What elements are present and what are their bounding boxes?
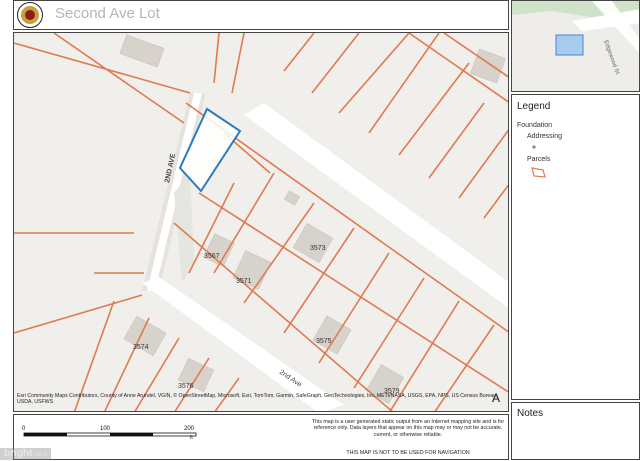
address-label: 3575 [316,338,332,345]
legend-item-foundation: Foundation [517,122,553,129]
bright-mls-watermark: bright MLS [0,448,52,460]
page-title: Second Ave Lot [55,5,160,22]
inset-selection-box [555,34,584,56]
main-map[interactable]: 2ND AVE 2nd Ave 3567 3573 3571 3574 3575… [13,32,509,412]
disclaimer-text: This map is a user generated static outp… [311,419,505,438]
notes-panel: Notes [511,402,640,460]
scale-label-0: 0 [22,426,26,432]
map-footer: 0 100 200 ft This map is a user generate… [13,414,509,460]
inset-map[interactable]: Edgewood St [511,0,640,92]
scale-label-100: 100 [100,426,111,432]
inset-canvas: Edgewood St [512,1,639,91]
scale-label-200: 200 [184,426,195,432]
title-bar: Second Ave Lot [13,0,509,30]
parcel-symbol-icon [531,167,546,178]
address-label: 3567 [204,253,220,260]
legend-item-addressing: Addressing [527,133,563,140]
notes-title: Notes [517,408,544,419]
map-canvas[interactable]: 2ND AVE 2nd Ave 3567 3573 3571 3574 3575… [14,33,509,412]
legend-item-parcels: Parcels [527,156,551,163]
address-label: 3571 [236,278,252,285]
county-seal-logo [17,2,43,28]
address-label: 3573 [310,245,326,252]
navigation-warning: THIS MAP IS NOT TO BE USED FOR NAVIGATIO… [346,450,470,456]
north-arrow-icon: A [491,391,500,405]
addressing-point-icon [532,145,536,149]
scale-bar: 0 100 200 ft [22,426,197,441]
address-label: 3574 [133,344,149,351]
map-attribution: Esri Community Maps Contributors, County… [17,393,498,405]
address-label: 3576 [178,383,194,390]
legend-title: Legend [517,101,551,112]
legend-panel: Legend Foundation Addressing Parcels [511,94,640,400]
